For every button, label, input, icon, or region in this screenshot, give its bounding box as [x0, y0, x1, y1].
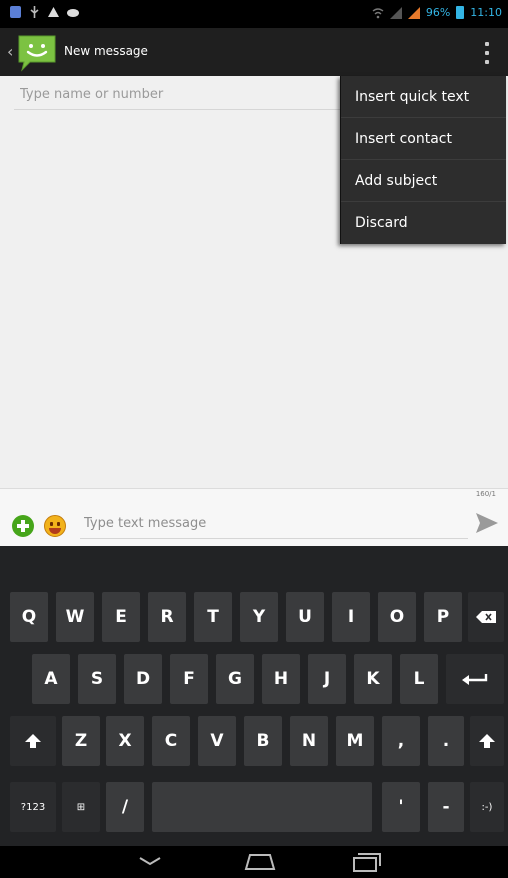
smiley-key-label: :-) [481, 801, 493, 813]
back-caret-icon[interactable]: ‹ [7, 42, 13, 61]
key-n[interactable]: N [290, 716, 328, 766]
key-e[interactable]: E [102, 592, 140, 642]
key-t[interactable]: T [194, 592, 232, 642]
overflow-menu: Insert quick text Insert contact Add sub… [340, 76, 506, 244]
smiley-key[interactable]: :-) [470, 782, 504, 832]
key-l[interactable]: L [400, 654, 438, 704]
send-icon[interactable] [474, 511, 500, 535]
compose-bar: 160/1 [0, 488, 508, 546]
settings-icon: ⊞ [76, 801, 86, 813]
cloud-icon [67, 9, 79, 17]
navigation-bar [0, 846, 508, 878]
keyboard-settings-key[interactable]: ⊞ [62, 782, 100, 832]
key-period[interactable]: . [428, 716, 464, 766]
usb-icon [30, 6, 39, 18]
key-b[interactable]: B [244, 716, 282, 766]
key-comma[interactable]: , [382, 716, 420, 766]
battery-icon [456, 6, 465, 19]
clock: 11:10 [470, 6, 502, 19]
key-u[interactable]: U [286, 592, 324, 642]
key-r[interactable]: R [148, 592, 186, 642]
messaging-app-icon[interactable] [16, 32, 58, 72]
space-key[interactable] [152, 782, 372, 832]
menu-item-insert-quick-text[interactable]: Insert quick text [341, 76, 506, 118]
add-attachment-icon[interactable] [12, 515, 34, 537]
key-v[interactable]: V [198, 716, 236, 766]
menu-item-insert-contact[interactable]: Insert contact [341, 118, 506, 160]
symbols-key[interactable]: ?123 [10, 782, 56, 832]
recent-apps-icon[interactable] [346, 850, 386, 874]
notification-icon [10, 6, 21, 18]
backspace-icon [476, 611, 496, 623]
on-screen-keyboard: Q W E R T Y U I O P A S D F G H J K L Z … [0, 546, 508, 846]
key-apostrophe[interactable]: ' [382, 782, 420, 832]
key-o[interactable]: O [378, 592, 416, 642]
key-p[interactable]: P [424, 592, 462, 642]
menu-item-discard[interactable]: Discard [341, 202, 506, 244]
key-g[interactable]: G [216, 654, 254, 704]
status-bar-system: 96% 11:10 [372, 6, 502, 19]
message-text-input[interactable] [80, 509, 468, 539]
key-h[interactable]: H [262, 654, 300, 704]
key-f[interactable]: F [170, 654, 208, 704]
char-counter: 160/1 [475, 490, 496, 498]
enter-icon [462, 674, 488, 685]
key-i[interactable]: I [332, 592, 370, 642]
warning-icon [48, 7, 59, 17]
enter-key[interactable] [446, 654, 504, 704]
key-d[interactable]: D [124, 654, 162, 704]
backspace-key[interactable] [468, 592, 504, 642]
key-dash[interactable]: - [428, 782, 464, 832]
key-q[interactable]: Q [10, 592, 48, 642]
key-c[interactable]: C [152, 716, 190, 766]
key-z[interactable]: Z [62, 716, 100, 766]
symbols-key-label: ?123 [20, 801, 46, 813]
key-m[interactable]: M [336, 716, 374, 766]
key-a[interactable]: A [32, 654, 70, 704]
home-icon[interactable] [240, 850, 280, 874]
key-y[interactable]: Y [240, 592, 278, 642]
signal-icon [389, 6, 402, 19]
key-slash[interactable]: / [106, 782, 144, 832]
status-bar: 96% 11:10 [0, 0, 508, 28]
key-s[interactable]: S [78, 654, 116, 704]
wifi-icon [372, 7, 384, 18]
key-j[interactable]: J [308, 654, 346, 704]
menu-item-add-subject[interactable]: Add subject [341, 160, 506, 202]
key-x[interactable]: X [106, 716, 144, 766]
battery-percent: 96% [425, 6, 451, 19]
key-k[interactable]: K [354, 654, 392, 704]
shift-icon [479, 734, 495, 748]
emoji-icon[interactable] [44, 515, 66, 537]
overflow-menu-icon[interactable] [480, 40, 494, 66]
shift-icon [25, 734, 41, 748]
recipient-input[interactable] [14, 80, 354, 110]
action-bar: ‹ New message [0, 28, 508, 76]
signal-icon-2 [407, 6, 420, 19]
hide-keyboard-icon[interactable] [130, 850, 170, 874]
page-title: New message [64, 44, 148, 58]
shift-key-right[interactable] [470, 716, 504, 766]
status-bar-notifications [10, 6, 79, 18]
shift-key-left[interactable] [10, 716, 56, 766]
key-w[interactable]: W [56, 592, 94, 642]
